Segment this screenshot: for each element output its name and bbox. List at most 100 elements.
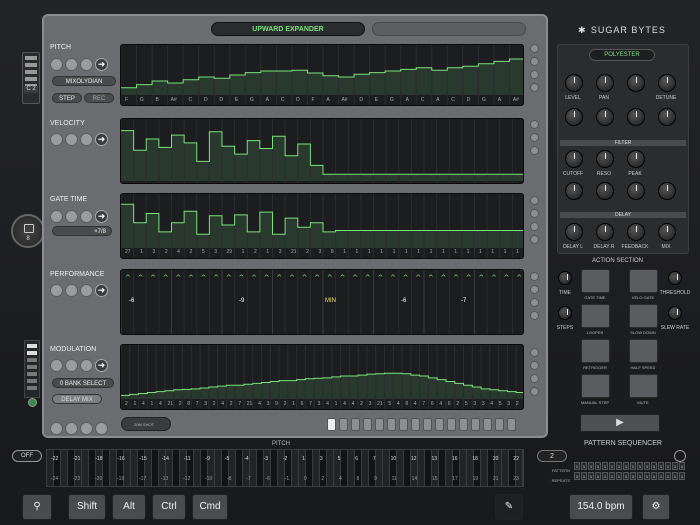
pitch-step[interactable] [509,59,524,95]
gate-step[interactable] [348,230,361,248]
pitch-step[interactable] [261,71,276,95]
modulation-step[interactable] [279,380,288,399]
velocity-step[interactable] [323,174,336,181]
velocity-step[interactable] [273,136,285,181]
gate-step[interactable] [374,230,386,248]
modulation-btn-a[interactable] [50,359,63,373]
performance-btn-a[interactable] [50,284,63,298]
modulation-step[interactable] [499,390,507,399]
gate-step[interactable] [336,230,348,248]
gate-step[interactable] [449,230,462,248]
modulation-step[interactable] [305,378,314,399]
velocity-step[interactable] [298,144,310,181]
modulation-step[interactable] [472,387,481,399]
pitch-step[interactable] [447,67,463,95]
performance-arrow-icon[interactable]: ➜ [95,284,108,298]
cutoff-knob[interactable] [565,150,583,168]
performance-marker[interactable]: ^ [491,274,497,282]
performance-marker[interactable]: ^ [213,274,219,282]
osc-knob-b[interactable] [596,108,614,126]
velocity-step[interactable] [424,174,437,181]
gate-step[interactable] [512,230,524,248]
performance-marker[interactable]: ^ [175,274,181,282]
pitch-step[interactable] [199,77,214,95]
modulation-step[interactable] [455,383,464,399]
velocity-step[interactable] [475,174,487,181]
performance-marker[interactable]: ^ [314,274,320,282]
modulation-btn-c[interactable] [80,359,93,373]
pitch-step[interactable] [385,71,401,95]
velocity-step[interactable] [512,174,524,181]
velocity-btn-b[interactable] [65,133,78,147]
sequencer-cell[interactable]: 1 [581,472,587,480]
performance-gutter[interactable] [530,272,542,324]
performance-marker[interactable]: ^ [251,274,257,282]
pitch-step[interactable] [152,81,168,95]
pitch-btn-a[interactable] [50,58,63,72]
pitch-step[interactable] [245,72,261,95]
bank-select[interactable]: 0 BANK SELECT [52,378,114,388]
modulation-step[interactable] [262,382,270,399]
detune-knob[interactable] [658,74,676,92]
modulation-step[interactable] [244,384,253,399]
gate-step[interactable] [298,227,310,248]
gate-step[interactable] [184,211,197,248]
modulation-step[interactable] [314,378,323,399]
sequencer-cell[interactable]: 1 [679,462,685,470]
steps-knob[interactable] [558,306,572,320]
sequencer-cell[interactable]: 1 [609,472,615,480]
modulation-step[interactable] [393,373,402,399]
modulation-step[interactable] [437,379,446,399]
modulation-step[interactable] [218,386,226,399]
strip-btn-d[interactable] [95,422,108,436]
performance-marker[interactable]: ^ [289,274,295,282]
alt-button[interactable]: Alt [112,494,146,520]
time-knob[interactable] [558,271,572,285]
gate-step[interactable] [121,204,134,248]
gate-step[interactable] [437,230,449,248]
modulation-step[interactable] [288,380,297,399]
velocity-step[interactable] [260,148,272,181]
modulation-step[interactable] [147,392,156,399]
gate-step[interactable] [361,230,373,248]
preset-title[interactable]: UPWARD EXPANDER [211,22,365,36]
gate-btn-c[interactable] [80,210,93,224]
modulation-step[interactable] [235,385,244,399]
modulation-step[interactable] [139,393,147,399]
modulation-step[interactable] [376,373,384,399]
preset-secondary-bar[interactable] [372,22,526,36]
modulation-step[interactable] [156,391,165,399]
performance-marker[interactable]: ^ [276,274,282,282]
modulation-step[interactable] [121,395,130,399]
velocity-step[interactable] [487,174,500,181]
modulation-lane[interactable]: 2 1 4 1 4 21 2 8 7 3 2 4 2 7 21 4 3 9 2 1 6 7 3 4 1 4 4 2 3 21 5 4 8 4 7 6 4… [120,344,524,410]
velocity-step[interactable] [222,146,235,181]
gate-step[interactable] [500,230,512,248]
velocity-step[interactable] [209,131,222,181]
performance-marker[interactable]: ^ [352,274,358,282]
gate-btn-a[interactable] [50,210,63,224]
performance-marker[interactable]: ^ [125,274,131,282]
strip-btn-b[interactable] [65,422,78,436]
velocity-step[interactable] [134,150,146,181]
gate-time-action[interactable] [581,269,610,293]
performance-marker[interactable]: ^ [150,274,156,282]
gate-step[interactable] [285,218,298,248]
gate-step[interactable] [399,230,411,248]
velocity-step[interactable] [310,165,323,181]
strip-btn-a[interactable] [50,422,63,436]
sequencer-cell[interactable]: 1 [637,472,643,480]
gate-step[interactable] [197,234,209,248]
modulation-step[interactable] [226,385,235,399]
pitch-step[interactable] [307,73,323,95]
gate-step[interactable] [310,222,323,248]
modulation-step[interactable] [323,377,332,399]
gate-step[interactable] [247,231,260,248]
velocity-step[interactable] [146,139,159,181]
performance-marker[interactable]: ^ [504,274,510,282]
step-count-button[interactable]: 8 [11,214,45,248]
velo-gate-action[interactable] [629,269,658,293]
delay-mix-select[interactable]: DELAY MIX [52,394,102,404]
gate-btn-b[interactable] [65,210,78,224]
sequencer-cell[interactable]: 1 [658,462,664,470]
